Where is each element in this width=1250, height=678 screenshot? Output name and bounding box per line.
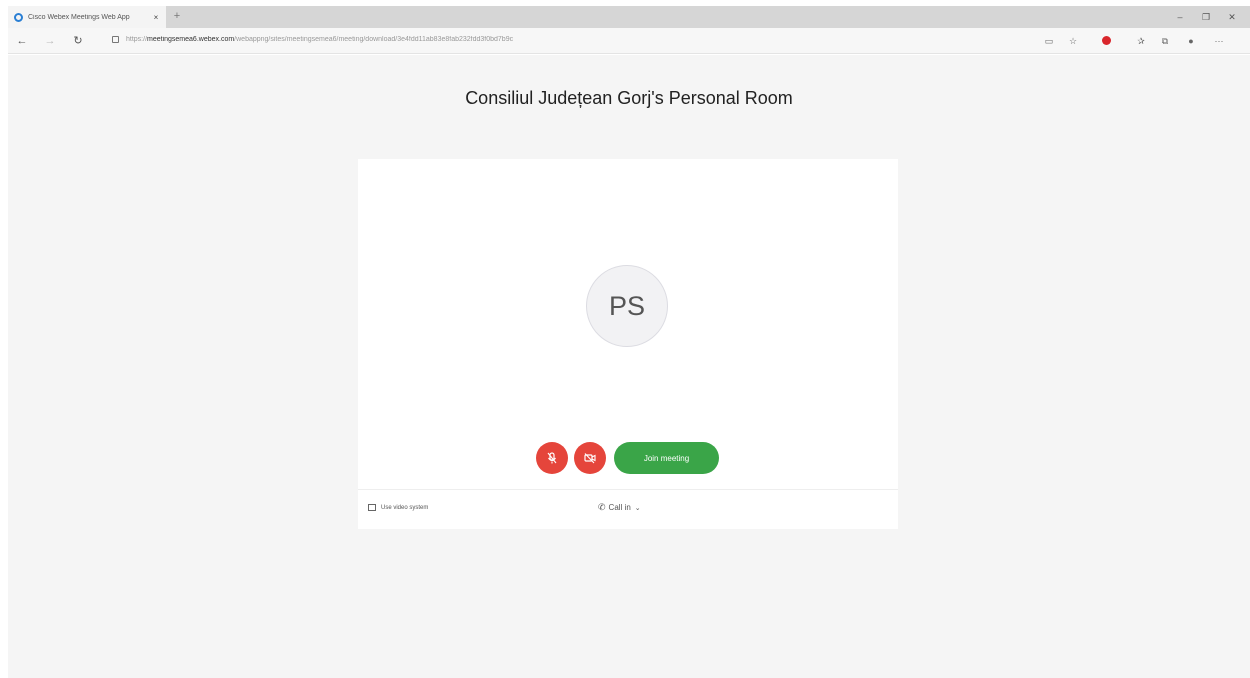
meeting-controls: Join meeting — [358, 442, 898, 474]
favorite-star-icon[interactable]: ☆ — [1066, 34, 1080, 48]
more-menu-icon[interactable]: ··· — [1212, 34, 1226, 48]
refresh-button[interactable]: ↻ — [70, 33, 86, 49]
reading-view-icon[interactable]: ▭ — [1042, 34, 1056, 48]
video-system-icon — [368, 504, 376, 511]
use-video-system-link[interactable]: Use video system — [368, 504, 428, 511]
meeting-preview-card: PS Join meeting Use video system ✆ Call … — [358, 159, 898, 529]
chevron-down-icon: ⌄ — [634, 504, 641, 512]
new-tab-button[interactable]: + — [170, 9, 184, 23]
lock-icon[interactable] — [112, 36, 119, 43]
join-meeting-button[interactable]: Join meeting — [614, 442, 719, 474]
microphone-off-icon — [547, 452, 557, 464]
page-content: Consiliul Județean Gorj's Personal Room … — [8, 55, 1250, 678]
favorites-bar-icon[interactable]: ✰ — [1134, 34, 1148, 48]
phone-icon: ✆ — [598, 502, 606, 512]
stop-video-button[interactable] — [574, 442, 606, 474]
window-frame — [0, 0, 8, 678]
mute-button[interactable] — [536, 442, 568, 474]
webex-favicon-icon — [14, 12, 23, 22]
tab-webex[interactable]: Cisco Webex Meetings Web App × — [8, 6, 166, 28]
tab-title: Cisco Webex Meetings Web App — [28, 13, 130, 21]
video-off-icon — [584, 453, 596, 464]
url-scheme: https:// — [126, 36, 148, 43]
navigation-bar: ← → ↻ https://meetingsemea6.webex.com/we… — [8, 28, 1250, 54]
minimize-button[interactable]: – — [1168, 6, 1192, 28]
address-bar[interactable]: https://meetingsemea6.webex.com/webappng… — [126, 36, 766, 43]
extension-icon[interactable] — [1102, 36, 1111, 45]
call-in-dropdown[interactable]: ✆ Call in ⌄ — [598, 502, 641, 513]
url-path: /webappng/sites/meetingsemea6/meeting/do… — [234, 36, 514, 43]
profile-icon[interactable]: ● — [1184, 34, 1198, 48]
restore-button[interactable]: ❐ — [1194, 6, 1218, 28]
avatar: PS — [586, 265, 668, 347]
call-in-label: Call in — [608, 503, 631, 512]
tab-strip: Cisco Webex Meetings Web App × + – ❐ ✕ — [8, 6, 1250, 28]
browser-window: Cisco Webex Meetings Web App × + – ❐ ✕ ←… — [0, 0, 1250, 678]
card-footer: Use video system ✆ Call in ⌄ — [358, 489, 898, 529]
page-title: Consiliul Județean Gorj's Personal Room — [465, 88, 793, 108]
close-window-button[interactable]: ✕ — [1220, 6, 1244, 28]
tab-close-icon[interactable]: × — [150, 13, 162, 22]
collections-icon[interactable]: ⧉ — [1158, 34, 1172, 48]
video-system-label: Use video system — [381, 504, 429, 511]
back-button[interactable]: ← — [14, 33, 30, 49]
url-host: meetingsemea6.webex.com — [147, 36, 235, 43]
avatar-initials: PS — [608, 290, 646, 321]
forward-button[interactable]: → — [42, 33, 58, 49]
